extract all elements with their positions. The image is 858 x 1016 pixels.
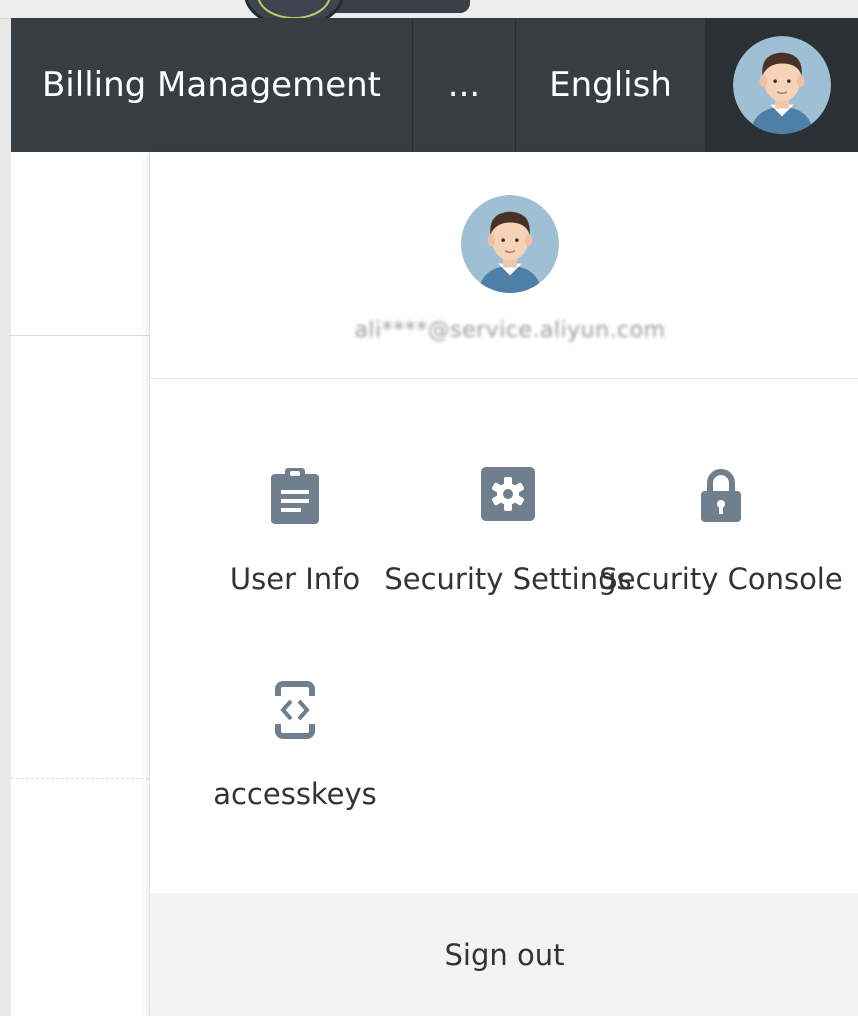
lock-icon [616, 466, 826, 536]
language-label: English [549, 65, 672, 105]
profile-section: ali****@service.aliyun.com [150, 152, 858, 379]
language-selector[interactable]: English [516, 18, 706, 152]
account-menu-grid: User Info Security Settings Security Con… [150, 379, 858, 893]
menu-security-console[interactable]: Security Console [599, 466, 843, 636]
gear-icon [403, 466, 613, 536]
sign-out-label: Sign out [444, 937, 565, 972]
menu-security-settings[interactable]: Security Settings [384, 466, 632, 636]
user-dropdown-panel: ali****@service.aliyun.com User Info Sec… [149, 152, 858, 1016]
nav-billing-label: Billing Management [41, 65, 382, 105]
user-avatar-icon [461, 195, 559, 293]
code-brackets-icon [190, 681, 400, 751]
user-email: ali****@service.aliyun.com [354, 318, 666, 343]
menu-user-info[interactable]: User Info [190, 466, 400, 636]
sign-out-button[interactable]: Sign out [150, 893, 858, 1016]
top-navbar: Billing Management ... English [11, 18, 858, 152]
menu-accesskeys-label: accesskeys [213, 777, 377, 811]
nav-more-button[interactable]: ... [413, 18, 516, 152]
user-avatar-button[interactable] [706, 18, 858, 152]
clipboard-icon [190, 466, 400, 536]
user-avatar-icon [733, 36, 831, 134]
browser-top-strip [0, 0, 858, 28]
menu-security-console-label: Security Console [599, 562, 843, 596]
divider [11, 778, 149, 779]
menu-accesskeys[interactable]: accesskeys [190, 681, 400, 851]
divider [11, 335, 149, 336]
nav-more-label: ... [447, 65, 481, 105]
app-window: Billing Management ... English ali****@s… [11, 18, 858, 1016]
left-content-pane [11, 152, 149, 1016]
nav-billing-management[interactable]: Billing Management [11, 18, 413, 152]
